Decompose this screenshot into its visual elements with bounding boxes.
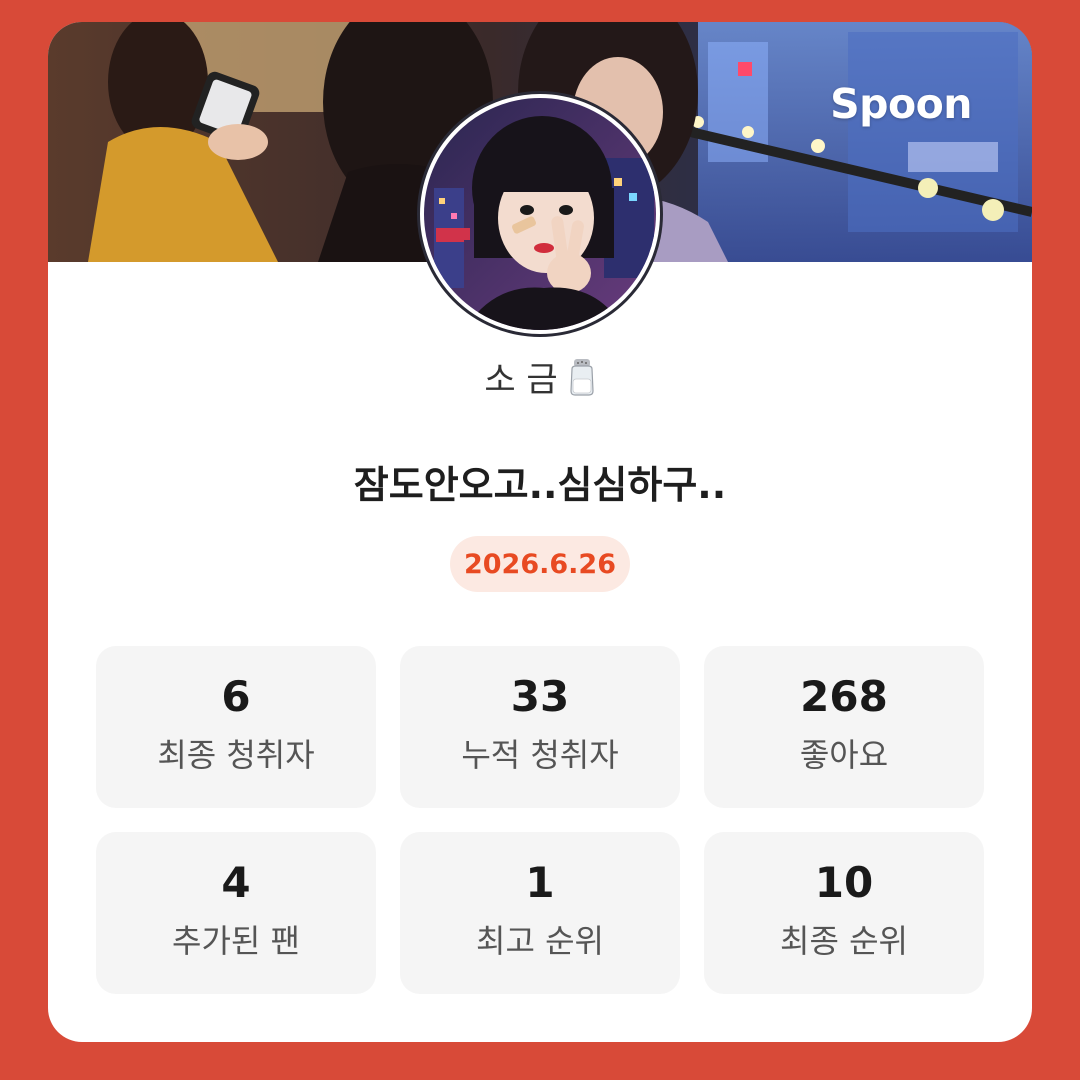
stat-new-fans: 4 추가된 팬 [96, 832, 376, 994]
broadcast-title: 잠도안오고..심심하구.. [353, 463, 727, 507]
salt-shaker-icon [568, 357, 596, 397]
stat-final-listeners: 6 최종 청취자 [96, 646, 376, 808]
stat-likes: 268 좋아요 [704, 646, 984, 808]
stat-total-listeners: 33 누적 청취자 [400, 646, 680, 808]
nickname-row: 소 금 [48, 352, 1032, 401]
stat-value: 4 [221, 858, 251, 907]
stats-grid: 6 최종 청취자 33 누적 청취자 268 좋아요 4 추가된 팬 1 최고 … [96, 646, 984, 994]
stat-value: 268 [800, 672, 888, 721]
stat-label: 최고 순위 [476, 922, 604, 961]
stat-value: 33 [510, 672, 570, 721]
stat-value: 1 [525, 858, 555, 907]
stat-final-rank: 10 최종 순위 [704, 832, 984, 994]
stat-label: 누적 청취자 [461, 736, 619, 775]
date-badge: 2026.6.26 [450, 536, 630, 592]
stat-value: 10 [814, 858, 874, 907]
profile-avatar[interactable] [420, 94, 660, 334]
spoon-logo: Spoon [830, 80, 972, 128]
stat-best-rank: 1 최고 순위 [400, 832, 680, 994]
stat-value: 6 [221, 672, 251, 721]
nickname: 소 금 [484, 360, 558, 400]
stat-label: 좋아요 [799, 736, 889, 775]
stat-label: 추가된 팬 [172, 922, 300, 961]
stat-label: 최종 청취자 [157, 736, 315, 775]
stat-label: 최종 순위 [780, 922, 908, 961]
summary-card: Spoon 소 금 잠도안오고..심심하구.. 2026.6.26 6 최종 청… [48, 22, 1032, 1042]
